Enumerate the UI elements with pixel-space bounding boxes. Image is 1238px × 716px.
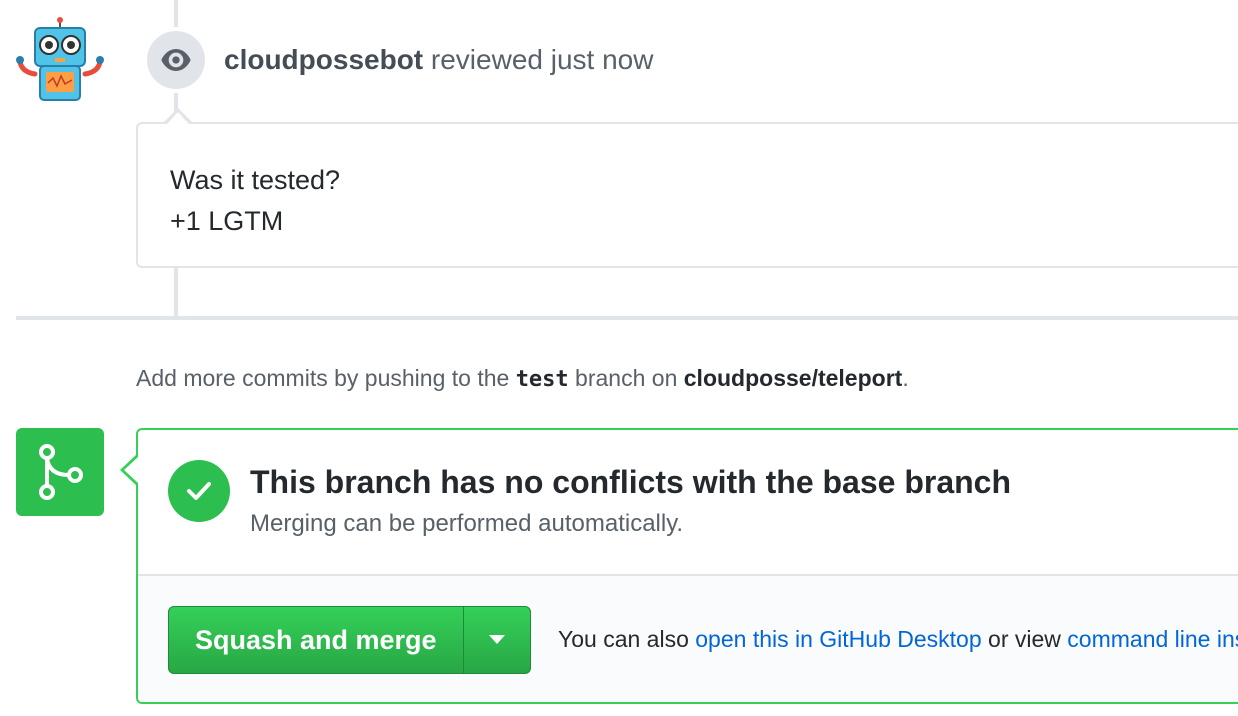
repo-name: cloudposse/teleport — [683, 365, 903, 391]
review-comment: Was it tested? +1 LGTM — [136, 122, 1238, 268]
comment-line: +1 LGTM — [170, 206, 284, 236]
status-check-badge — [168, 460, 230, 522]
git-merge-icon — [39, 444, 83, 500]
merge-alt-middle: or view — [981, 626, 1068, 652]
merge-button-group: Squash and merge — [168, 606, 531, 674]
merge-panel: This branch has no conflicts with the ba… — [136, 428, 1238, 704]
merge-alt-prefix: You can also — [558, 626, 696, 652]
merge-panel-arrow-inner — [124, 457, 138, 483]
avatar[interactable] — [14, 16, 106, 108]
branch-name: test — [515, 367, 569, 392]
comment-arrow-inner — [167, 112, 189, 124]
squash-and-merge-button[interactable]: Squash and merge — [169, 607, 464, 673]
review-action-text: reviewed just now — [423, 44, 654, 75]
timeline-separator — [16, 316, 1238, 320]
merge-footer: Squash and merge You can also open this … — [138, 574, 1238, 702]
merge-status-title: This branch has no conflicts with the ba… — [250, 464, 1012, 500]
merge-alternatives: You can also open this in GitHub Desktop… — [558, 626, 1238, 653]
robot-avatar-icon — [16, 17, 104, 101]
comment-line: Was it tested? — [170, 165, 341, 195]
open-in-desktop-link[interactable]: open this in GitHub Desktop — [695, 626, 981, 652]
review-author-link[interactable]: cloudpossebot — [224, 44, 423, 75]
push-hint-suffix: . — [902, 365, 909, 391]
merge-status-icon-box — [16, 428, 104, 516]
push-hint: Add more commits by pushing to the test … — [136, 365, 909, 392]
triangle-down-icon — [488, 635, 505, 644]
push-hint-middle: branch on — [568, 365, 684, 391]
review-badge — [147, 31, 205, 89]
merge-status-subtitle: Merging can be performed automatically. — [250, 510, 684, 537]
check-icon — [187, 482, 211, 500]
merge-method-dropdown[interactable] — [464, 607, 530, 673]
command-line-instructions-link[interactable]: command line instructions — [1067, 626, 1238, 652]
eye-icon — [161, 49, 191, 71]
comment-body: Was it tested? +1 LGTM — [170, 160, 340, 242]
review-header: cloudpossebot reviewed just now — [224, 44, 653, 76]
push-hint-prefix: Add more commits by pushing to the — [136, 365, 516, 391]
